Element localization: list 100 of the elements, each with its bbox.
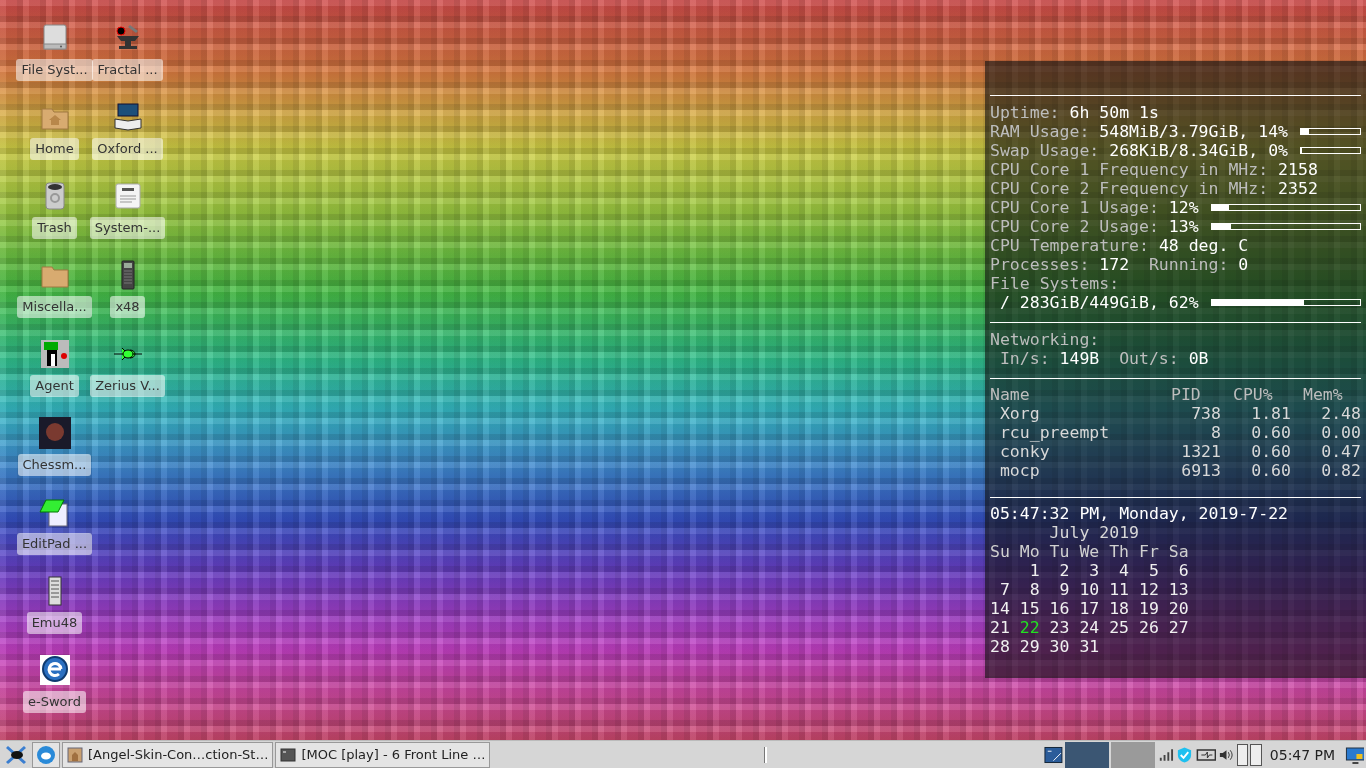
shield-check-icon bbox=[1176, 745, 1194, 764]
calendar-day: 12 bbox=[1139, 580, 1159, 599]
table-cell-text: Xorg bbox=[998, 404, 1041, 423]
monitor-text: 0 bbox=[1238, 255, 1249, 274]
weekday-label: We bbox=[1079, 542, 1101, 561]
table-cell-text: 2.48 bbox=[1320, 404, 1361, 423]
icon-label[interactable]: Home bbox=[30, 138, 79, 160]
icon-label[interactable]: Miscella... bbox=[17, 296, 92, 318]
calendar-day: 14 bbox=[990, 599, 1010, 618]
monitor-text: CPU Core 2 Frequency in MHz: bbox=[990, 179, 1269, 198]
table-cell-text: rcu_preempt bbox=[998, 423, 1111, 442]
table-cell-text: 0.82 bbox=[1320, 461, 1361, 480]
monitor-text: Running: bbox=[1148, 255, 1229, 274]
cpu-meter-icon bbox=[1236, 743, 1249, 766]
cartoon-character-icon[interactable] bbox=[38, 338, 71, 370]
calendar-day: 10 bbox=[1079, 580, 1100, 599]
monitor-lock-icon bbox=[1345, 745, 1364, 764]
icon-label[interactable]: EditPad ... bbox=[16, 533, 93, 555]
calendar-day: 8 bbox=[1019, 580, 1040, 599]
monitor-text: CPU Core 1 Frequency in MHz: bbox=[990, 160, 1269, 179]
weekday-label: Sa bbox=[1168, 542, 1190, 561]
book-icon[interactable] bbox=[111, 101, 144, 133]
notepad-icon[interactable] bbox=[38, 496, 71, 528]
clock-text[interactable]: 05:47 PM bbox=[1263, 746, 1344, 763]
icon-label[interactable]: x48 bbox=[110, 296, 145, 318]
icon-label[interactable]: Agent bbox=[30, 375, 79, 397]
table-cell-text: 0.60 bbox=[1250, 461, 1291, 480]
monitor-text: 548MiB/3.79GiB, 14% bbox=[1099, 122, 1288, 141]
folder-window-icon bbox=[67, 746, 83, 763]
table-cell-text: 8 bbox=[1210, 423, 1221, 442]
icon-label[interactable]: Oxford ... bbox=[92, 138, 163, 160]
icon-label[interactable]: Fractal ... bbox=[92, 59, 163, 81]
table-cell-text: 1.81 bbox=[1250, 404, 1291, 423]
monitor-text: 149B bbox=[1059, 349, 1100, 368]
calendar-day: 19 bbox=[1139, 599, 1159, 618]
weekday-label: Su bbox=[990, 542, 1011, 561]
calendar-day: 5 bbox=[1139, 561, 1159, 580]
monitor-text: 0B bbox=[1188, 349, 1209, 368]
calendar-day: 15 bbox=[1019, 599, 1040, 618]
workspace-button[interactable] bbox=[1065, 741, 1110, 768]
calendar-day: 18 bbox=[1109, 599, 1130, 618]
icon-label[interactable]: Chessm... bbox=[17, 454, 92, 476]
calendar-day: 29 bbox=[1019, 637, 1040, 656]
table-cell-text: 0.60 bbox=[1250, 442, 1291, 461]
monitor-text: 6h 50m 1s bbox=[1069, 103, 1159, 122]
calendar-day: 6 bbox=[1168, 561, 1189, 580]
monitor-text: 13% bbox=[1168, 217, 1199, 236]
monitor-text: RAM Usage: bbox=[990, 122, 1090, 141]
monitor-text: CPU Core 2 Usage: bbox=[990, 217, 1159, 236]
calendar-day: 2 bbox=[1049, 561, 1070, 580]
table-cell-text: 0.47 bbox=[1320, 442, 1361, 461]
weekday-label: Mo bbox=[1019, 542, 1041, 561]
weekday-label: Fr bbox=[1139, 542, 1160, 561]
column-header: CPU% bbox=[1232, 385, 1274, 404]
photo-placeholder[interactable] bbox=[38, 417, 71, 449]
icon-label[interactable]: e-Sword bbox=[23, 691, 86, 713]
table-cell-text: conky bbox=[998, 442, 1051, 461]
monitor-text: Out/s: bbox=[1119, 349, 1179, 368]
launcher-button[interactable] bbox=[32, 741, 60, 768]
monitor-text: / 283GiB/449GiB, 62% bbox=[999, 293, 1199, 312]
monitor-text: 268KiB/8.34GiB, 0% bbox=[1109, 141, 1288, 160]
calendar-day: 1 bbox=[1019, 561, 1040, 580]
date-time-text: 05:47:32 PM, Monday, 2019-7-22 bbox=[990, 504, 1288, 523]
calendar-day: 26 bbox=[1139, 618, 1159, 637]
weekday-label: Tu bbox=[1049, 542, 1071, 561]
calendar-day: 11 bbox=[1109, 580, 1130, 599]
monitor-text: CPU Core 1 Usage: bbox=[990, 198, 1159, 217]
calendar-day: 25 bbox=[1109, 618, 1130, 637]
cpu-meter-icon bbox=[1250, 743, 1262, 766]
icon-label[interactable]: Trash bbox=[32, 217, 77, 239]
calendar-title: July 2019 bbox=[1048, 523, 1140, 542]
icon-label[interactable]: Zerius V... bbox=[90, 375, 165, 397]
terminal-icon[interactable] bbox=[1044, 744, 1064, 765]
weekday-label: Th bbox=[1109, 542, 1131, 561]
calendar-day: 27 bbox=[1168, 618, 1189, 637]
taskbar-task[interactable]: [MOC [play] - 6 Front Line … bbox=[275, 741, 491, 768]
column-header: Mem% bbox=[1302, 385, 1344, 404]
table-cell-text: 738 bbox=[1190, 404, 1221, 423]
table-cell-text: 6913 bbox=[1180, 461, 1221, 480]
calendar-day: 31 bbox=[1079, 637, 1100, 656]
calendar-day: 28 bbox=[990, 637, 1010, 656]
calendar-day: 13 bbox=[1168, 580, 1189, 599]
terminal-window-icon bbox=[280, 746, 297, 763]
icon-label[interactable]: File Syst... bbox=[16, 59, 93, 81]
calendar-day: 23 bbox=[1049, 618, 1070, 637]
icon-label[interactable]: System-... bbox=[89, 217, 166, 239]
monitor-text: CPU Temperature: bbox=[990, 236, 1149, 255]
monitor-text: 2352 bbox=[1278, 179, 1318, 198]
monitor-text: Uptime: bbox=[990, 103, 1060, 122]
calendar-day: 9 bbox=[1049, 580, 1070, 599]
calendar-day: 4 bbox=[1109, 561, 1130, 580]
calendar-day: 22 bbox=[1019, 618, 1040, 637]
icon-label[interactable]: Emu48 bbox=[26, 612, 83, 634]
calendar-day: 20 bbox=[1168, 599, 1189, 618]
monitor-text: Swap Usage: bbox=[990, 141, 1100, 160]
calendar-day: 24 bbox=[1079, 618, 1100, 637]
table-cell-text: 0.00 bbox=[1320, 423, 1361, 442]
taskbar-task[interactable]: [Angel-Skin-Con…ction-St… bbox=[62, 741, 274, 768]
calendar-day: 17 bbox=[1079, 599, 1100, 618]
column-header: PID bbox=[1171, 385, 1202, 404]
